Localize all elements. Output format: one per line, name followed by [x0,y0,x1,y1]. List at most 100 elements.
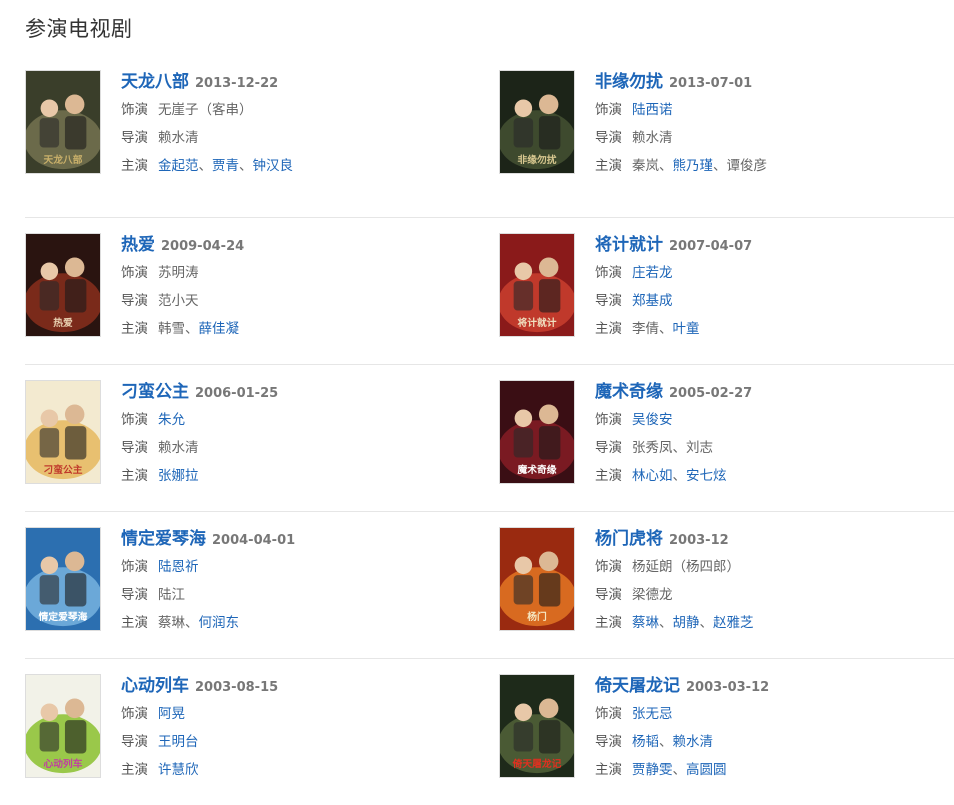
director-line: 导演 张秀凤、刘志 [595,434,954,462]
show-title-link[interactable]: 魔术奇缘 [595,382,663,402]
show-date: 2004-04-01 [212,533,296,548]
tv-show-item: 情定爱琴海 情定爱琴海 2004-04-01 饰演 陆恩祈 导演 陆江 主演 蔡琳、何润… [25,511,499,658]
poster-image: 魔术奇缘 [500,381,574,483]
show-poster[interactable]: 天龙八部 [25,70,101,174]
person-name: 秦岚 [632,158,659,174]
cast-names: 许慧欣 [158,762,199,778]
person-link[interactable]: 钟汉良 [253,158,294,174]
show-poster[interactable]: 杨门 [499,527,575,631]
person-link[interactable]: 张无忌 [632,706,673,722]
tv-show-item: 杨门 杨门虎将 2003-12 饰演 杨延朗（杨四郎） 导演 梁德龙 主演 蔡琳、胡静、… [499,511,954,658]
poster-image: 刁蛮公主 [26,381,100,483]
director-names: 王明台 [158,734,199,750]
person-link[interactable]: 薛佳凝 [199,321,240,337]
person-link[interactable]: 陆西诺 [632,102,673,118]
director-line: 导演 杨韬、赖水清 [595,728,954,756]
name-separator: 、 [659,615,673,631]
show-poster[interactable]: 非缘勿扰 [499,70,575,174]
show-poster[interactable]: 情定爱琴海 [25,527,101,631]
person-link[interactable]: 林心如 [632,468,673,484]
director-label: 导演 [595,440,622,456]
show-poster[interactable]: 心动列车 [25,674,101,778]
show-title-link[interactable]: 杨门虎将 [595,529,663,549]
tv-show-item: 天龙八部 天龙八部 2013-12-22 饰演 无崖子（客串） 导演 赖水清 主演 金起… [25,70,499,217]
person-link[interactable]: 赖水清 [673,734,714,750]
person-link[interactable]: 庄若龙 [632,265,673,281]
person-link[interactable]: 贾静雯 [632,762,673,778]
cast-names: 张娜拉 [158,468,199,484]
role-label: 饰演 [121,412,148,428]
role-names: 苏明涛 [158,265,199,281]
show-info: 情定爱琴海 2004-04-01 饰演 陆恩祈 导演 陆江 主演 蔡琳、何润东 [121,525,499,637]
person-name: 赖水清 [158,440,199,456]
show-title-link[interactable]: 心动列车 [121,676,189,696]
director-line: 导演 赖水清 [121,124,499,152]
poster-image: 热爱 [26,234,100,336]
person-link[interactable]: 熊乃瑾 [673,158,714,174]
cast-names: 秦岚、熊乃瑾、谭俊彦 [632,158,767,174]
show-poster[interactable]: 魔术奇缘 [499,380,575,484]
show-date: 2003-03-12 [686,680,770,695]
role-label: 饰演 [121,706,148,722]
poster-image: 心动列车 [26,675,100,777]
director-names: 赖水清 [632,130,673,146]
cast-names: 蔡琳、胡静、赵雅芝 [632,615,754,631]
show-title-row: 心动列车 2003-08-15 [121,672,499,700]
person-link[interactable]: 蔡琳 [632,615,659,631]
person-link[interactable]: 赵雅芝 [713,615,754,631]
poster-image: 杨门 [500,528,574,630]
svg-text:非缘勿扰: 非缘勿扰 [518,153,557,166]
role-line: 饰演 张无忌 [595,700,954,728]
person-link[interactable]: 陆恩祈 [158,559,199,575]
tv-show-item: 将计就计 将计就计 2007-04-07 饰演 庄若龙 导演 郑基成 主演 李倩、叶童 [499,217,954,364]
person-link[interactable]: 胡静 [673,615,700,631]
director-line: 导演 范小天 [121,287,499,315]
director-label: 导演 [595,130,622,146]
role-names: 阿晃 [158,706,185,722]
person-link[interactable]: 高圆圆 [686,762,727,778]
person-link[interactable]: 吴俊安 [632,412,673,428]
person-link[interactable]: 叶童 [673,321,700,337]
show-title-link[interactable]: 非缘勿扰 [595,72,663,92]
role-names: 陆西诺 [632,102,673,118]
person-link[interactable]: 何润东 [199,615,240,631]
person-link[interactable]: 许慧欣 [158,762,199,778]
show-title-link[interactable]: 情定爱琴海 [121,529,206,549]
show-title-link[interactable]: 将计就计 [595,235,663,255]
show-poster[interactable]: 倚天屠龙记 [499,674,575,778]
tv-show-item: 热爱 热爱 2009-04-24 饰演 苏明涛 导演 范小天 主演 韩雪、薛佳凝 [25,217,499,364]
person-link[interactable]: 朱允 [158,412,185,428]
role-label: 饰演 [121,102,148,118]
person-link[interactable]: 郑基成 [632,293,673,309]
person-link[interactable]: 阿晃 [158,706,185,722]
show-date: 2003-08-15 [195,680,279,695]
section-title: 参演电视剧 [25,17,133,41]
show-title-link[interactable]: 刁蛮公主 [121,382,189,402]
show-title-link[interactable]: 天龙八部 [121,72,189,92]
show-title-link[interactable]: 倚天屠龙记 [595,676,680,696]
show-poster[interactable]: 刁蛮公主 [25,380,101,484]
show-poster[interactable]: 将计就计 [499,233,575,337]
role-label: 饰演 [121,559,148,575]
person-link[interactable]: 杨韬 [632,734,659,750]
show-title-row: 魔术奇缘 2005-02-27 [595,378,954,406]
cast-line: 主演 蔡琳、何润东 [121,609,499,637]
person-link[interactable]: 贾青 [212,158,239,174]
cast-names: 贾静雯、高圆圆 [632,762,727,778]
role-label: 饰演 [595,265,622,281]
role-line: 饰演 陆恩祈 [121,553,499,581]
role-names: 吴俊安 [632,412,673,428]
role-line: 饰演 庄若龙 [595,259,954,287]
person-link[interactable]: 安七炫 [686,468,727,484]
person-name: 苏明涛 [158,265,199,281]
director-names: 杨韬、赖水清 [632,734,713,750]
role-label: 饰演 [595,102,622,118]
person-link[interactable]: 王明台 [158,734,199,750]
person-name: 赖水清 [632,130,673,146]
name-separator: 、 [185,321,199,337]
person-link[interactable]: 金起范 [158,158,199,174]
person-link[interactable]: 张娜拉 [158,468,199,484]
director-label: 导演 [121,130,148,146]
show-title-link[interactable]: 热爱 [121,235,155,255]
show-poster[interactable]: 热爱 [25,233,101,337]
